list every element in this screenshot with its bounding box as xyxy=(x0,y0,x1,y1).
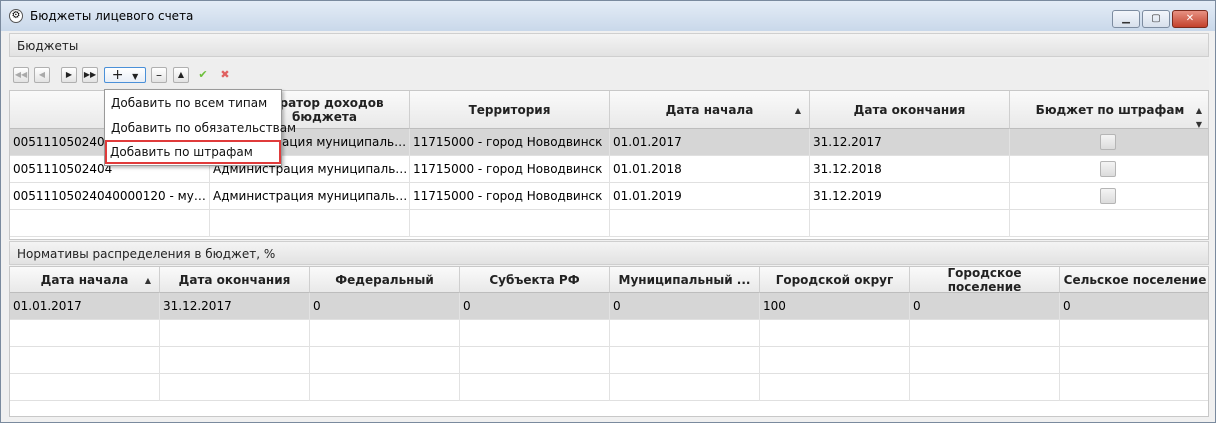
norms-section-header: Нормативы распределения в бюджет, % xyxy=(9,241,1209,265)
table-row xyxy=(10,320,1208,347)
cell-start-date: 01.01.2019 xyxy=(610,183,810,210)
table-row xyxy=(10,374,1208,401)
cell-end-date: 31.12.2019 xyxy=(810,183,1010,210)
table-row xyxy=(10,347,1208,374)
cell-fines-budget xyxy=(1010,129,1208,156)
sort-asc-icon: ▲ xyxy=(144,275,151,285)
column-header-fines-budget[interactable]: Бюджет по штрафам ▲ ▼ xyxy=(1010,91,1208,129)
cell-end-date: 31.12.2017 xyxy=(160,293,310,320)
budgets-section-title: Бюджеты xyxy=(17,39,79,53)
cell-territory: 11715000 - город Новодвинск xyxy=(410,156,610,183)
close-icon[interactable]: ✕ xyxy=(1172,10,1208,28)
column-header-territory[interactable]: Территория xyxy=(410,91,610,129)
table-row[interactable]: 00511105024040000120 - муници... Админис… xyxy=(10,183,1208,210)
table-row[interactable]: 01.01.2017 31.12.2017 0 0 0 100 0 0 xyxy=(10,293,1208,320)
last-page-icon[interactable]: ▶▶ xyxy=(82,67,98,83)
save-button[interactable]: ✔ xyxy=(195,67,211,83)
column-header-subject[interactable]: Субъекта РФ xyxy=(460,267,610,293)
remove-button[interactable]: – xyxy=(151,67,167,83)
cell-city-district: 100 xyxy=(760,293,910,320)
window-title: Бюджеты лицевого счета xyxy=(30,9,194,23)
cell-rural-settlement: 0 xyxy=(1063,299,1071,313)
norms-section-title: Нормативы распределения в бюджет, % xyxy=(17,247,276,261)
column-header-urban-settlement[interactable]: Городское поселение xyxy=(910,267,1060,294)
sort-icon: ▲ ▼ xyxy=(1195,105,1202,129)
cell-urban-settlement: 0 xyxy=(910,293,1060,320)
menu-item-add-obligations[interactable]: Добавить по обязательствам xyxy=(106,116,296,140)
toolbar: ◀◀ ◀ ▶ ▶▶ + ▼ – ▲ ✔ ✖ xyxy=(9,59,1209,91)
cell-federal: 0 xyxy=(310,293,460,320)
menu-item-add-all-types[interactable]: Добавить по всем типам xyxy=(106,91,280,115)
move-up-button[interactable]: ▲ xyxy=(173,67,189,83)
cell-subject: 0 xyxy=(460,293,610,320)
column-header-start-date[interactable]: Дата начала ▲ xyxy=(10,267,160,293)
column-header-rural-settlement[interactable]: Сельское поселение xyxy=(1060,267,1208,293)
maximize-icon[interactable]: ▢ xyxy=(1142,10,1170,28)
minimize-icon[interactable]: ▁ xyxy=(1112,10,1140,28)
add-icon: + xyxy=(111,67,124,83)
cancel-button[interactable]: ✖ xyxy=(217,67,233,83)
column-header-end-date[interactable]: Дата окончания xyxy=(160,267,310,293)
fines-budget-checkbox[interactable] xyxy=(1100,188,1116,204)
sort-asc-icon: ▲ xyxy=(794,105,801,115)
norms-table: Дата начала ▲ Дата окончания Федеральный… xyxy=(9,266,1209,417)
column-header-municipal[interactable]: Муниципальный ... xyxy=(610,267,760,293)
fines-budget-checkbox[interactable] xyxy=(1100,161,1116,177)
menu-item-add-fines[interactable]: Добавить по штрафам xyxy=(105,140,281,164)
add-button[interactable]: + ▼ xyxy=(104,67,146,83)
column-header-federal[interactable]: Федеральный xyxy=(310,267,460,293)
cell-kbk: 00511105024040000120 - муници... xyxy=(10,183,210,210)
cell-municipal: 0 xyxy=(610,293,760,320)
cell-fines-budget xyxy=(1010,183,1208,210)
column-header-end-date[interactable]: Дата окончания xyxy=(810,91,1010,129)
window: ⚙ Бюджеты лицевого счета ▁ ▢ ✕ Бюджеты ◀… xyxy=(0,0,1216,423)
cell-end-date: 31.12.2018 xyxy=(810,156,1010,183)
cell-territory: 11715000 - город Новодвинск xyxy=(410,183,610,210)
cell-admin: Администрация муниципального... xyxy=(210,183,410,210)
cell-start-date: 01.01.2018 xyxy=(610,156,810,183)
column-header-city-district[interactable]: Городской округ xyxy=(760,267,910,293)
first-page-icon[interactable]: ◀◀ xyxy=(13,67,29,83)
cell-fines-budget xyxy=(1010,156,1208,183)
next-page-icon[interactable]: ▶ xyxy=(61,67,77,83)
cell-start-date: 01.01.2017 xyxy=(610,129,810,156)
table-row xyxy=(10,210,1208,237)
cell-end-date: 31.12.2017 xyxy=(810,129,1010,156)
app-icon: ⚙ xyxy=(9,9,23,23)
fines-budget-checkbox[interactable] xyxy=(1100,134,1116,150)
title-bar[interactable]: ⚙ Бюджеты лицевого счета ▁ ▢ ✕ xyxy=(1,1,1215,31)
add-dropdown-menu: Добавить по всем типам Добавить по обяза… xyxy=(104,89,296,166)
budgets-section-header: Бюджеты xyxy=(9,33,1209,57)
cell-territory: 11715000 - город Новодвинск xyxy=(410,129,610,156)
column-header-start-date[interactable]: Дата начала ▲ xyxy=(610,91,810,129)
chevron-down-icon: ▼ xyxy=(132,72,139,81)
cell-start-date: 01.01.2017 xyxy=(10,293,160,320)
prev-page-icon[interactable]: ◀ xyxy=(34,67,50,83)
